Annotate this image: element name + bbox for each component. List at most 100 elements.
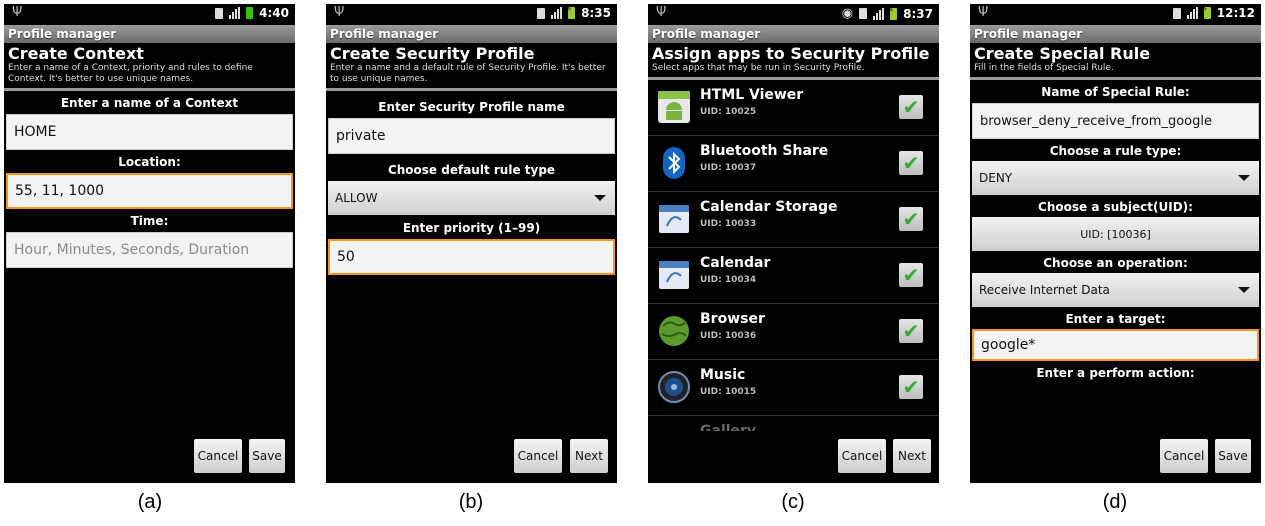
- subject-label: Choose a subject(UID):: [1038, 200, 1193, 214]
- list-item[interactable]: Calendar UID: 10034 ✔: [648, 248, 939, 304]
- phone-screen-a: Ψ 4:40 Profile manager Create Context En…: [4, 4, 295, 483]
- list-item[interactable]: HTML Viewer UID: 10025 ✔: [648, 80, 939, 136]
- cancel-button[interactable]: Cancel: [514, 439, 562, 473]
- list-item[interactable]: Bluetooth Share UID: 10037 ✔: [648, 136, 939, 192]
- dropdown-arrow-icon: [1238, 287, 1250, 293]
- battery-charging-icon: [566, 5, 576, 19]
- globe-icon: [659, 316, 689, 346]
- app-name: Browser: [700, 311, 765, 327]
- battery-charging-icon: [888, 6, 898, 20]
- rule-type-value: DENY: [979, 171, 1013, 185]
- list-item[interactable]: Music UID: 10015 ✔: [648, 360, 939, 416]
- cancel-button[interactable]: Cancel: [194, 439, 242, 473]
- signal-icon: [229, 7, 241, 19]
- sdcard-icon: [215, 7, 224, 19]
- app-name: Calendar Storage: [700, 199, 838, 215]
- signal-icon: [873, 7, 885, 20]
- priority-label: Enter priority (1–99): [402, 221, 541, 235]
- cancel-button[interactable]: Cancel: [838, 439, 886, 473]
- profile-name-label: Enter Security Profile name: [378, 100, 565, 114]
- page-title: Create Special Rule: [974, 44, 1151, 63]
- context-name-label: Enter a name of a Context: [60, 96, 239, 110]
- next-button[interactable]: Next: [570, 439, 608, 473]
- usb-icon: Ψ: [656, 5, 667, 20]
- divider: [970, 77, 1261, 80]
- page-subtitle: Fill in the fields of Special Rule.: [974, 63, 1114, 73]
- caption-b: (b): [458, 491, 484, 513]
- rule-type-label: Choose default rule type: [387, 163, 556, 177]
- app-name: HTML Viewer: [700, 87, 804, 103]
- app-titlebar: Profile manager: [326, 25, 617, 43]
- rule-type-dropdown[interactable]: DENY: [972, 161, 1259, 195]
- rule-type-dropdown[interactable]: ALLOW: [328, 181, 615, 215]
- list-item[interactable]: Browser UID: 10036 ✔: [648, 304, 939, 360]
- checkbox-checked[interactable]: ✔: [899, 375, 923, 399]
- location-input[interactable]: 55, 11, 1000: [6, 173, 293, 209]
- time-input[interactable]: Hour, Minutes, Seconds, Duration: [6, 232, 293, 268]
- button-bar: Cancel Save: [970, 431, 1261, 483]
- status-bar: Ψ ◉ 8:37: [648, 4, 939, 25]
- status-bar: Ψ 12:12: [970, 4, 1261, 25]
- gps-icon: ◉: [841, 6, 854, 21]
- app-uid: UID: 10036: [700, 331, 757, 341]
- app-name: Calendar: [700, 255, 771, 271]
- target-input[interactable]: google*: [972, 329, 1259, 361]
- signal-icon: [551, 7, 563, 19]
- sdcard-icon: [859, 8, 868, 19]
- checkbox-checked[interactable]: ✔: [899, 207, 923, 231]
- status-bar: Ψ 8:35: [326, 4, 617, 25]
- checkbox-checked[interactable]: ✔: [899, 319, 923, 343]
- checkbox-checked[interactable]: ✔: [899, 151, 923, 175]
- battery-charging-icon: [1202, 5, 1211, 19]
- page-subtitle: Select apps that may be run in Security …: [652, 63, 865, 73]
- bluetooth-icon: [663, 147, 685, 179]
- divider: [4, 88, 295, 91]
- page-subtitle: Enter a name and a default rule of Secur…: [330, 63, 606, 84]
- clock: 8:35: [581, 6, 611, 20]
- time-label: Time:: [130, 214, 169, 228]
- context-name-input[interactable]: HOME: [6, 114, 293, 150]
- save-button[interactable]: Save: [1215, 439, 1251, 473]
- app-titlebar: Profile manager: [4, 25, 295, 43]
- speaker-icon: [658, 371, 690, 403]
- app-name: Music: [700, 367, 746, 383]
- button-bar: Cancel Next: [648, 431, 939, 483]
- caption-a: (a): [137, 491, 163, 513]
- app-uid: UID: 10034: [700, 275, 757, 285]
- app-name: Bluetooth Share: [700, 143, 829, 159]
- caption-c: (c): [781, 491, 805, 513]
- profile-name-input[interactable]: private: [328, 118, 615, 154]
- usb-icon: Ψ: [12, 5, 23, 20]
- operation-dropdown[interactable]: Receive Internet Data: [972, 273, 1259, 307]
- clock: 8:37: [903, 6, 933, 21]
- next-button[interactable]: Next: [893, 439, 931, 473]
- operation-value: Receive Internet Data: [979, 283, 1110, 297]
- page-subtitle: Enter a name of a Context, priority and …: [8, 63, 253, 84]
- android-icon: [658, 91, 690, 123]
- divider: [326, 88, 617, 91]
- battery-icon: [246, 7, 254, 19]
- operation-label: Choose an operation:: [1043, 256, 1188, 270]
- list-item[interactable]: Calendar Storage UID: 10033 ✔: [648, 192, 939, 248]
- caption-d: (d): [1102, 491, 1128, 513]
- checkbox-checked[interactable]: ✔: [899, 263, 923, 287]
- rule-name-input[interactable]: browser_deny_receive_from_google: [972, 103, 1259, 139]
- checkbox-checked[interactable]: ✔: [899, 95, 923, 119]
- usb-icon: Ψ: [978, 5, 989, 20]
- app-uid: UID: 10033: [700, 219, 757, 229]
- signal-icon: [1186, 7, 1198, 19]
- priority-input[interactable]: 50: [328, 239, 615, 275]
- perform-action-label: Enter a perform action:: [1036, 366, 1195, 380]
- phone-screen-d: Ψ 12:12 Profile manager Create Special R…: [970, 4, 1261, 483]
- dropdown-arrow-icon: [594, 195, 606, 201]
- phone-screen-b: Ψ 8:35 Profile manager Create Security P…: [326, 4, 617, 483]
- subject-button[interactable]: UID: [10036]: [972, 217, 1259, 251]
- cancel-button[interactable]: Cancel: [1160, 439, 1208, 473]
- save-button[interactable]: Save: [249, 439, 285, 473]
- app-list: HTML Viewer UID: 10025 ✔ Bluetooth Share…: [648, 80, 939, 472]
- page-title: Create Security Profile: [330, 44, 535, 63]
- location-label: Location:: [118, 155, 181, 169]
- rule-name-label: Name of Special Rule:: [1041, 85, 1190, 99]
- sdcard-icon: [537, 7, 546, 19]
- phone-screen-c: Ψ ◉ 8:37 Profile manager Assign apps to …: [648, 4, 939, 483]
